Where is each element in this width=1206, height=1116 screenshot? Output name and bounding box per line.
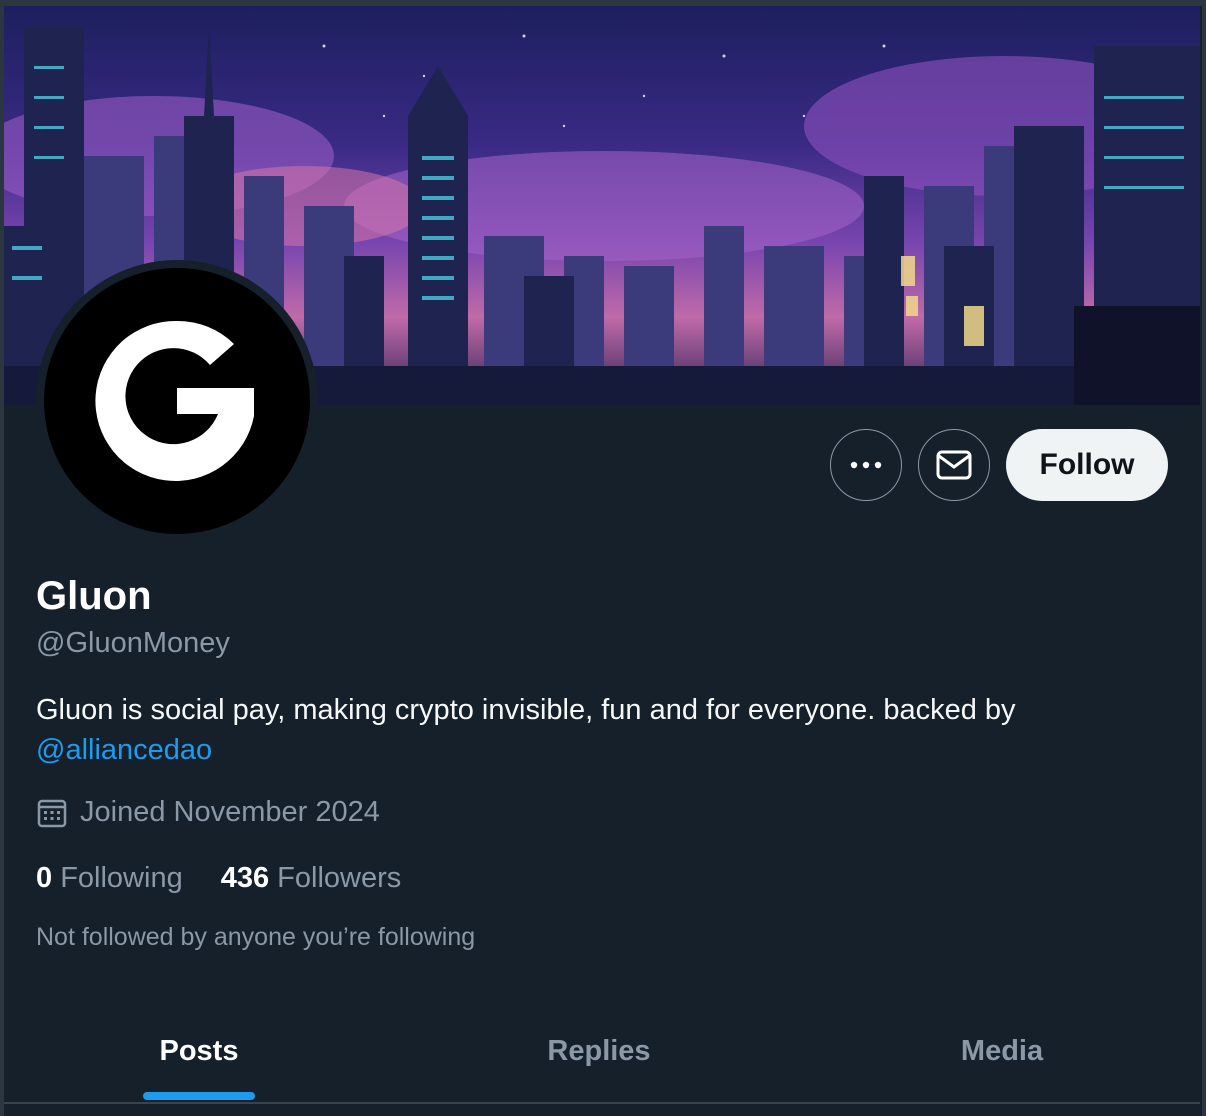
not-followed-note: Not followed by anyone you’re following: [36, 923, 476, 951]
message-button[interactable]: [918, 429, 990, 501]
active-tab-indicator: [143, 1092, 255, 1100]
profile-name: Gluon: [36, 574, 152, 618]
following-link[interactable]: 0 Following: [36, 862, 183, 895]
tab-label: Media: [960, 1035, 1044, 1067]
more-options-button[interactable]: [830, 429, 902, 501]
follow-button[interactable]: Follow: [1006, 429, 1168, 501]
followers-link[interactable]: 436 Followers: [221, 862, 402, 895]
calendar-icon: [37, 799, 67, 827]
tab-media[interactable]: Media: [804, 1000, 1200, 1103]
tab-label: Posts: [159, 1035, 239, 1067]
profile-bio: Gluon is social pay, making crypto invis…: [36, 690, 1156, 770]
tabs-divider: [4, 1102, 1200, 1104]
profile-stats: 0 Following 436 Followers: [36, 862, 401, 895]
tab-replies[interactable]: Replies: [394, 1000, 804, 1103]
tab-posts[interactable]: Posts: [4, 1000, 394, 1103]
envelope-icon: [936, 450, 972, 480]
profile-avatar[interactable]: [36, 260, 318, 542]
profile-tabs: Posts Replies Media: [4, 1000, 1200, 1103]
gluon-logo-icon: [95, 320, 254, 481]
followers-label: Followers: [277, 862, 402, 894]
profile-handle: @GluonMoney: [36, 627, 230, 659]
bio-mention-link[interactable]: @alliancedao: [36, 734, 212, 766]
followers-count: 436: [220, 862, 270, 894]
joined-date: Joined November 2024: [36, 796, 380, 829]
joined-text: Joined November 2024: [80, 796, 380, 828]
following-label: Following: [60, 862, 183, 894]
following-count: 0: [36, 862, 53, 894]
bio-text: Gluon is social pay, making crypto invis…: [36, 694, 1016, 726]
tab-label: Replies: [547, 1035, 651, 1067]
more-horizontal-icon: [850, 461, 882, 469]
